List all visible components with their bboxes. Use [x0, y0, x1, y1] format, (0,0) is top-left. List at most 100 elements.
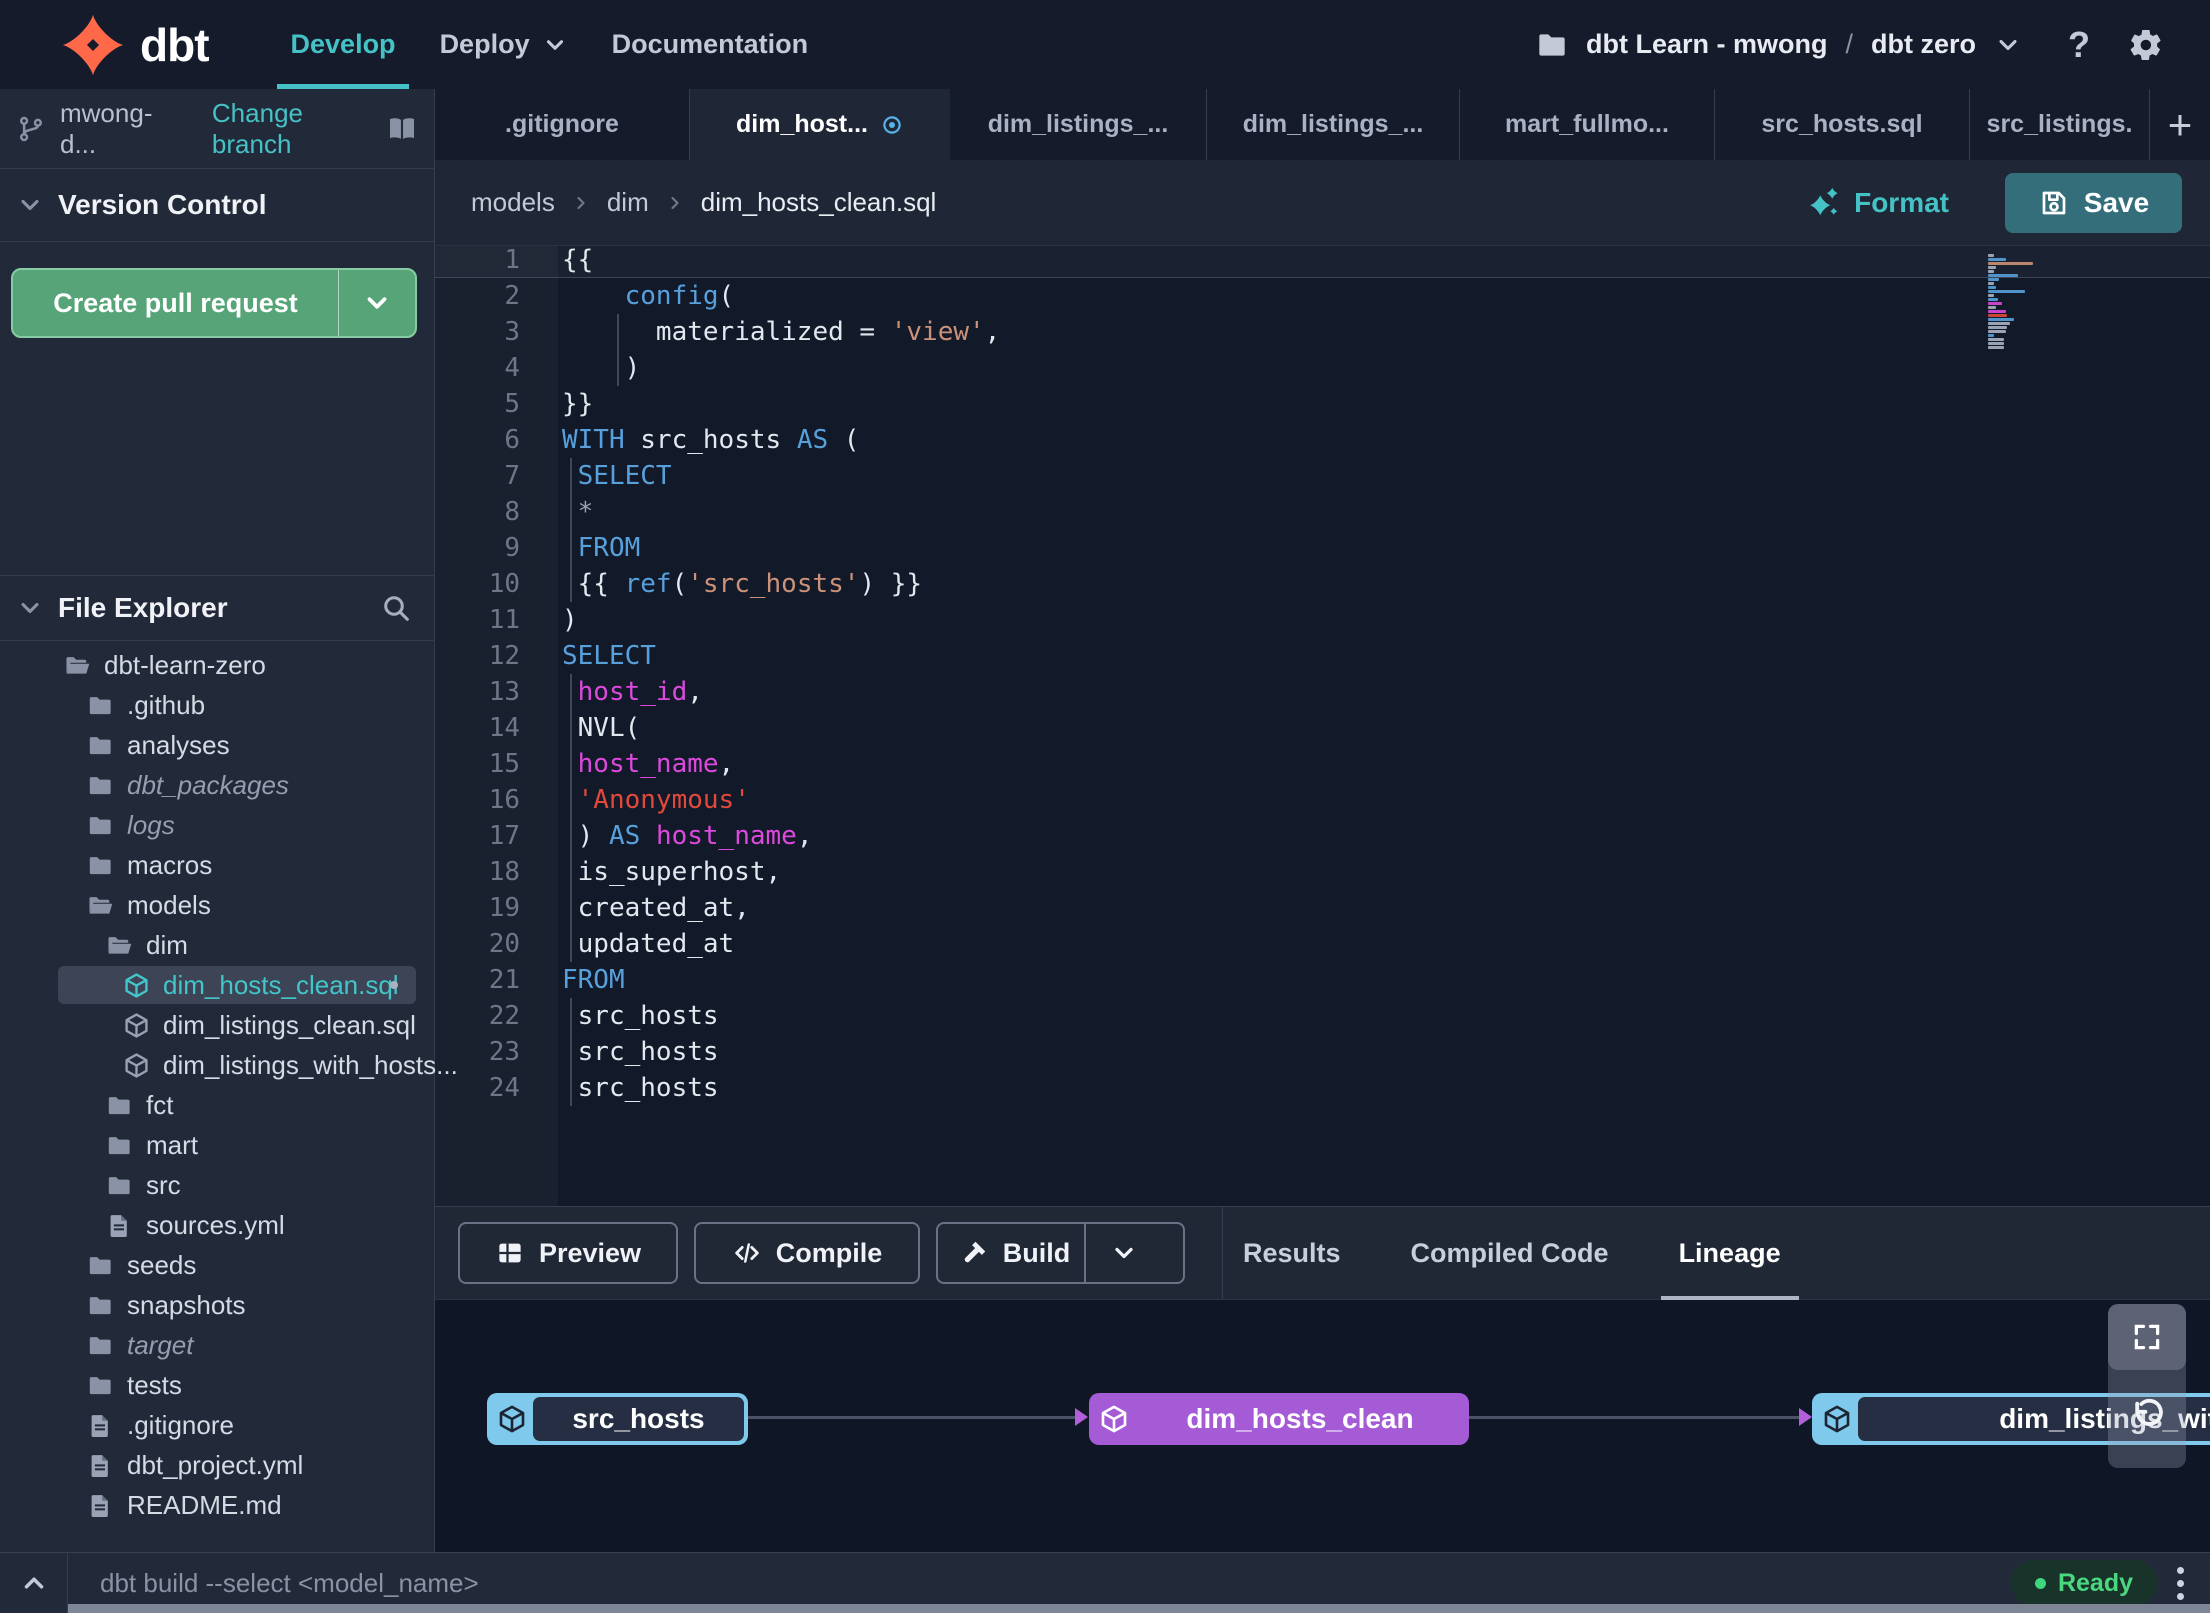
tree-item-snapshots[interactable]: snapshots	[0, 1285, 434, 1325]
breadcrumb-item[interactable]: dim	[607, 187, 649, 218]
code-line-text: created_at,	[562, 893, 750, 923]
code-line-4[interactable]: 4 )	[435, 350, 2210, 386]
dbt-logo[interactable]: dbt	[60, 12, 210, 78]
lineage-node-dim-hosts-clean[interactable]: dim_hosts_clean	[1089, 1393, 1469, 1445]
code-line-24[interactable]: 24 src_hosts	[435, 1070, 2210, 1106]
line-number: 2	[504, 281, 520, 311]
tree-item-dbt-project-yml[interactable]: dbt_project.yml	[0, 1445, 434, 1485]
file-explorer-header[interactable]: File Explorer	[0, 575, 434, 641]
file-tab-dim-listings-[interactable]: dim_listings_...	[950, 89, 1207, 160]
new-tab-button[interactable]: +	[2150, 89, 2210, 160]
breadcrumb: models dim dim_hosts_clean.sql	[471, 187, 936, 218]
tree-item-sources-yml[interactable]: sources.yml	[0, 1205, 434, 1245]
tree-item-readme-md[interactable]: README.md	[0, 1485, 434, 1525]
compile-button[interactable]: Compile	[694, 1222, 920, 1284]
code-line-12[interactable]: 12 SELECT	[435, 638, 2210, 674]
tree-item-dim-listings-with-hosts-[interactable]: dim_listings_with_hosts...	[0, 1045, 458, 1085]
tree-item-logs[interactable]: logs	[0, 805, 434, 845]
code-line-1[interactable]: 1 {{	[435, 246, 2210, 278]
tree-item-analyses[interactable]: analyses	[0, 725, 434, 765]
code-line-20[interactable]: 20 updated_at	[435, 926, 2210, 962]
nav-item-documentation[interactable]: Documentation	[612, 0, 853, 89]
code-line-8[interactable]: 8 *	[435, 494, 2210, 530]
panel-tab-results[interactable]: Results	[1243, 1206, 1341, 1300]
code-line-3[interactable]: 3 materialized = 'view',	[435, 314, 2210, 350]
code-line-11[interactable]: 11)	[435, 602, 2210, 638]
collapse-chevron-up-icon[interactable]	[0, 1553, 68, 1613]
tree-item-seeds[interactable]: seeds	[0, 1245, 434, 1285]
tree-item-dim[interactable]: dim	[0, 925, 434, 965]
horizontal-scrollbar[interactable]	[68, 1604, 2210, 1613]
code-line-22[interactable]: 22 src_hosts	[435, 998, 2210, 1034]
file-icon	[106, 1212, 133, 1239]
version-control-header[interactable]: Version Control	[0, 169, 434, 242]
minimap[interactable]	[1988, 254, 2042, 350]
code-line-9[interactable]: 9 FROM	[435, 530, 2210, 566]
tree-item--github[interactable]: .github	[0, 685, 434, 725]
tree-item-models[interactable]: models	[0, 885, 434, 925]
tree-item-dbt-learn-zero[interactable]: dbt-learn-zero	[0, 645, 434, 685]
settings-gear-icon[interactable]	[2128, 27, 2164, 63]
create-pull-request-button[interactable]: Create pull request	[11, 268, 417, 338]
tree-item-macros[interactable]: macros	[0, 845, 434, 885]
tree-item-dim-hosts-clean-sql[interactable]: dim_hosts_clean.sql	[0, 965, 434, 1005]
lineage-graph[interactable]: src_hostsdim_hosts_cleandim_listings_wit…	[435, 1300, 2210, 1552]
code-line-16[interactable]: 16 'Anonymous'	[435, 782, 2210, 818]
file-tab-dim-listings-[interactable]: dim_listings_...	[1207, 89, 1460, 160]
code-line-18[interactable]: 18 is_superhost,	[435, 854, 2210, 890]
file-tab-src-hosts-sql[interactable]: src_hosts.sql	[1715, 89, 1970, 160]
code-line-15[interactable]: 15 host_name,	[435, 746, 2210, 782]
code-editor[interactable]: 1{{2 config(3 materialized = 'view', 4 ) 5…	[435, 245, 2210, 1206]
code-line-6[interactable]: 6 WITH src_hosts AS (	[435, 422, 2210, 458]
build-dropdown-chevron-icon[interactable]	[1084, 1224, 1162, 1282]
file-tab--gitignore[interactable]: .gitignore	[435, 89, 690, 160]
search-icon[interactable]	[380, 592, 412, 624]
reset-view-icon[interactable]	[2108, 1396, 2186, 1434]
tree-item-label: dbt-learn-zero	[104, 649, 266, 680]
panel-tab-compiled-code[interactable]: Compiled Code	[1411, 1206, 1609, 1300]
file-tab-dim-host-[interactable]: dim_host...	[690, 89, 950, 160]
code-line-21[interactable]: 21 FROM	[435, 962, 2210, 998]
file-tab-mart-fullmo-[interactable]: mart_fullmo...	[1460, 89, 1715, 160]
lineage-node-src-hosts[interactable]: src_hosts	[487, 1393, 748, 1445]
nav-item-deploy[interactable]: Deploy	[440, 0, 612, 89]
fullscreen-icon[interactable]	[2108, 1304, 2186, 1370]
project-chevron-down-icon[interactable]	[1994, 31, 2022, 59]
build-button[interactable]: Build	[936, 1222, 1185, 1284]
code-line-13[interactable]: 13 host_id,	[435, 674, 2210, 710]
breadcrumb-item[interactable]: dim_hosts_clean.sql	[701, 187, 937, 218]
tree-item--gitignore[interactable]: .gitignore	[0, 1405, 434, 1445]
folder-open-icon	[106, 932, 133, 959]
command-input[interactable]	[100, 1567, 1600, 1599]
tree-item-fct[interactable]: fct	[0, 1085, 434, 1125]
code-line-5[interactable]: 5}}	[435, 386, 2210, 422]
code-line-19[interactable]: 19 created_at,	[435, 890, 2210, 926]
account-name[interactable]: dbt Learn - mwong	[1586, 29, 1827, 60]
docs-book-icon[interactable]	[386, 113, 418, 145]
project-name[interactable]: dbt zero	[1871, 29, 1976, 60]
preview-button[interactable]: Preview	[458, 1222, 678, 1284]
tree-item-mart[interactable]: mart	[0, 1125, 434, 1165]
change-branch-link[interactable]: Change branch	[212, 98, 386, 160]
file-tab-src-listings-[interactable]: src_listings.	[1970, 89, 2150, 160]
tree-item-dim-listings-clean-sql[interactable]: dim_listings_clean.sql	[0, 1005, 434, 1045]
breadcrumb-item[interactable]: models	[471, 187, 555, 218]
pull-request-dropdown-chevron-icon[interactable]	[339, 288, 415, 318]
tree-item-dbt-packages[interactable]: dbt_packages	[0, 765, 434, 805]
code-line-10[interactable]: 10 {{ ref('src_hosts') }}	[435, 566, 2210, 602]
code-line-17[interactable]: 17 ) AS host_name,	[435, 818, 2210, 854]
code-line-2[interactable]: 2 config(	[435, 278, 2210, 314]
panel-tab-lineage[interactable]: Lineage	[1660, 1206, 1799, 1300]
tree-item-src[interactable]: src	[0, 1165, 434, 1205]
help-icon[interactable]: ?	[2068, 24, 2090, 66]
kebab-menu-icon[interactable]	[2177, 1566, 2184, 1600]
code-line-7[interactable]: 7 SELECT	[435, 458, 2210, 494]
code-line-23[interactable]: 23 src_hosts	[435, 1034, 2210, 1070]
format-button[interactable]: Format	[1806, 185, 1949, 221]
save-button[interactable]: Save	[2005, 172, 2182, 233]
code-line-14[interactable]: 14 NVL(	[435, 710, 2210, 746]
chevron-down-icon	[16, 191, 44, 219]
nav-item-develop[interactable]: Develop	[276, 0, 440, 89]
tree-item-target[interactable]: target	[0, 1325, 434, 1365]
tree-item-tests[interactable]: tests	[0, 1365, 434, 1405]
